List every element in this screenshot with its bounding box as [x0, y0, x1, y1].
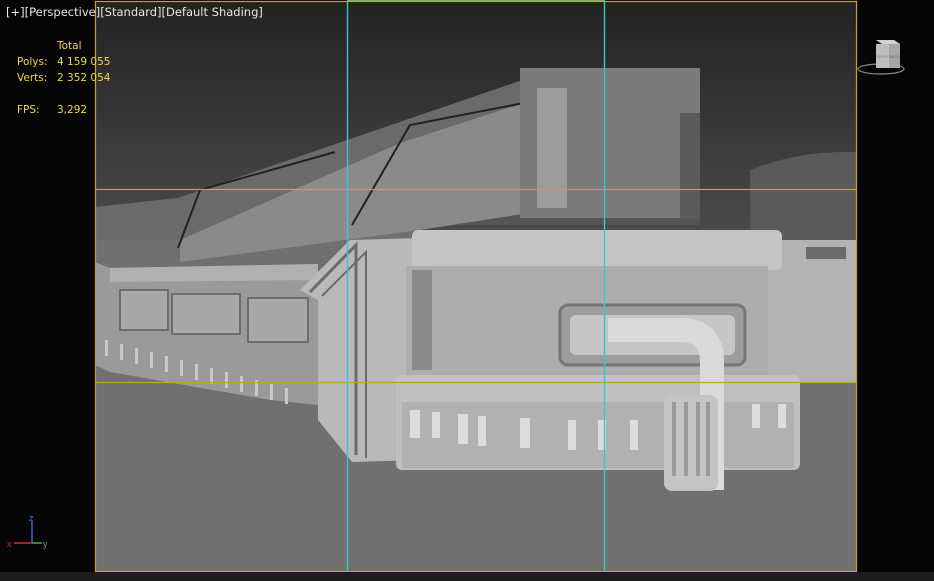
- viewcube-back-face: BACK: [889, 54, 900, 59]
- axis-x-label: x: [7, 539, 12, 549]
- viewport-shading-menu[interactable]: [Default Shading]: [161, 5, 262, 19]
- fps-value: 3,292: [57, 104, 88, 116]
- viewport-standard-menu[interactable]: [Standard]: [100, 5, 161, 19]
- viewport-scene[interactable]: [0, 0, 934, 581]
- axis-z-label: z: [29, 513, 34, 523]
- axis-tripod: z x y: [6, 512, 56, 552]
- viewport-label-menu: [+][Perspective][Standard][Default Shadi…: [6, 5, 263, 19]
- axis-y-label: y: [43, 539, 48, 549]
- statistics-overlay: Total Polys: 4 159 055 Verts: 2 352 054 …: [17, 38, 110, 118]
- viewport-bottom-border: [0, 572, 934, 581]
- viewport-plus-menu[interactable]: [+]: [6, 5, 25, 19]
- fps-label: FPS:: [17, 104, 40, 116]
- viewport-view-menu[interactable]: [Perspective]: [25, 5, 101, 19]
- polys-label: Polys:: [17, 56, 48, 68]
- polys-value: 4 159 055: [57, 56, 111, 68]
- viewcube-right-face: RIGHT: [876, 54, 889, 59]
- verts-value: 2 352 054: [57, 72, 111, 84]
- viewcube[interactable]: RIGHT BACK: [856, 36, 906, 78]
- verts-label: Verts:: [17, 72, 48, 84]
- stats-header: Total: [57, 40, 82, 52]
- perspective-viewport[interactable]: [+][Perspective][Standard][Default Shadi…: [0, 0, 934, 581]
